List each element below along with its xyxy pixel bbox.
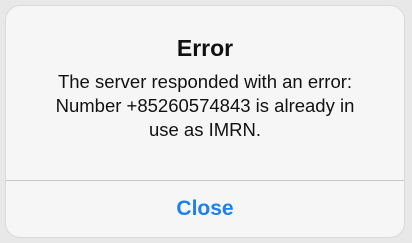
alert-message-line: use as IMRN. [148, 119, 262, 140]
alert-message-line: The server responded with an error: [57, 71, 353, 92]
alert-message-line: Number +85260574843 is already in [55, 95, 355, 116]
alert-message: The server responded with an error: Numb… [26, 70, 384, 142]
error-alert-dialog: Error The server responded with an error… [6, 6, 404, 237]
close-button[interactable]: Close [6, 181, 404, 237]
alert-title: Error [176, 35, 234, 61]
alert-body: Error The server responded with an error… [6, 6, 404, 180]
